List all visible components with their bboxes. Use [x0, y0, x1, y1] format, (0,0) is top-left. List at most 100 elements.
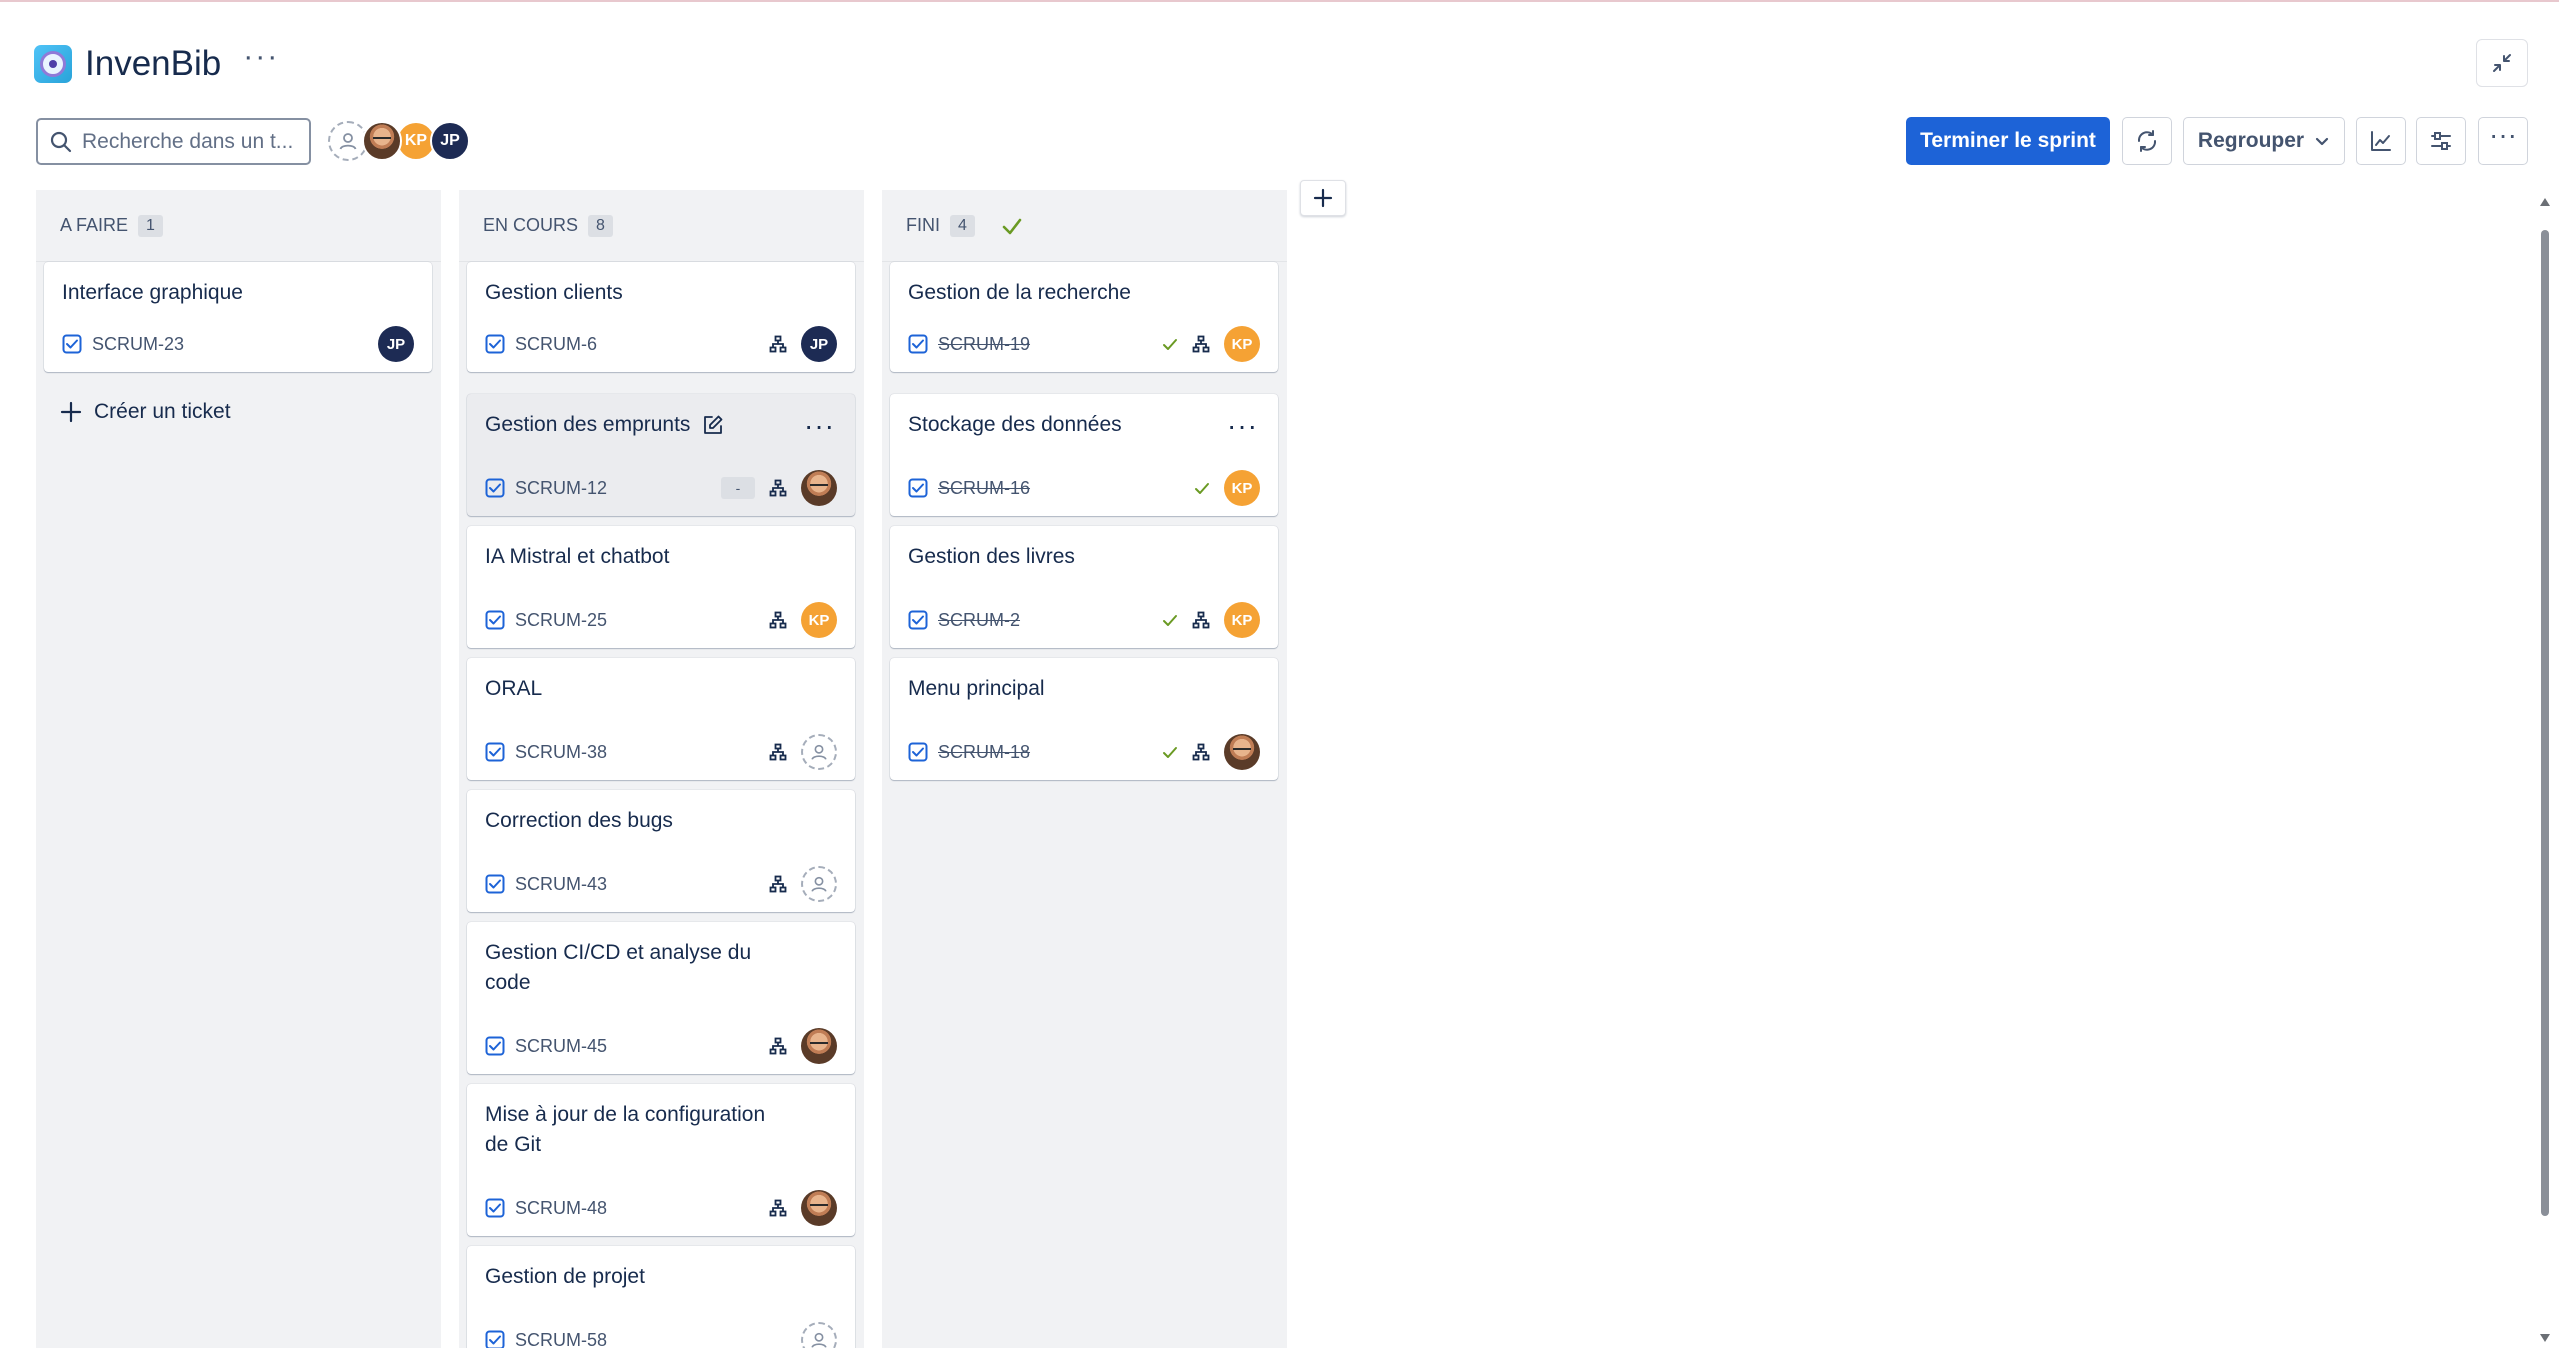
assignee-avatar[interactable] [801, 1028, 837, 1064]
card-title: Gestion de projet [485, 1265, 645, 1288]
issue-card[interactable]: Gestion CI/CD et analyse du code SCRUM-4… [467, 922, 855, 1074]
card-key[interactable]: SCRUM-38 [515, 742, 607, 763]
subtask-hierarchy-icon [769, 1037, 787, 1055]
assignee-filter: KP JP [328, 121, 470, 161]
task-checkbox-icon [485, 610, 505, 630]
project-header: InvenBib ··· [34, 42, 279, 86]
task-checkbox-icon [485, 1330, 505, 1348]
issue-card[interactable]: Menu principal SCRUM-18 [890, 658, 1278, 780]
user-photo-avatar-filter[interactable] [362, 121, 402, 161]
card-key[interactable]: SCRUM-58 [515, 1330, 607, 1348]
complete-sprint-button[interactable]: Terminer le sprint [1906, 117, 2110, 165]
jp-avatar-filter[interactable]: JP [430, 121, 470, 161]
collapse-icon [2493, 54, 2511, 72]
user-icon [811, 876, 827, 892]
card-more-button[interactable]: ··· [1227, 412, 1258, 440]
assignee-avatar[interactable]: KP [1224, 470, 1260, 506]
project-icon [34, 45, 72, 83]
card-footer: SCRUM-23 JP [62, 326, 414, 362]
task-checkbox-icon [62, 334, 82, 354]
assignee-avatar[interactable]: KP [1224, 602, 1260, 638]
card-title: ORAL [485, 677, 543, 700]
card-key[interactable]: SCRUM-45 [515, 1036, 607, 1057]
user-icon [339, 133, 357, 150]
issue-card[interactable]: Gestion des emprunts ··· SCRUM-12 - [467, 394, 855, 516]
edit-button[interactable] [702, 414, 724, 436]
issue-card[interactable]: Correction des bugs SCRUM-43 [467, 790, 855, 912]
create-ticket-button[interactable]: Créer un ticket [60, 400, 231, 424]
scrollbar-thumb[interactable] [2541, 230, 2549, 1216]
subtask-hierarchy-icon [1192, 611, 1210, 629]
sliders-icon [2431, 132, 2451, 150]
issue-card[interactable]: Gestion clients SCRUM-6 JP [467, 262, 855, 372]
issue-card[interactable]: Interface graphique SCRUM-23 JP [44, 262, 432, 372]
issue-card[interactable]: Gestion de projet SCRUM-58 [467, 1246, 855, 1348]
card-title: Menu principal [908, 677, 1045, 700]
card-key[interactable]: SCRUM-6 [515, 334, 597, 355]
assignee-avatar[interactable]: JP [378, 326, 414, 362]
subtask-hierarchy-icon [769, 875, 787, 893]
issue-card[interactable]: Stockage des données ··· SCRUM-16 KP [890, 394, 1278, 516]
collapse-button[interactable] [2476, 39, 2528, 87]
unassigned-avatar[interactable] [801, 734, 837, 770]
vertical-scrollbar[interactable] [2538, 192, 2552, 1348]
resolved-check-icon [1163, 747, 1177, 758]
card-key[interactable]: SCRUM-18 [938, 742, 1030, 763]
card-key[interactable]: SCRUM-23 [92, 334, 184, 355]
issue-card[interactable]: Mise à jour de la configuration de Git S… [467, 1084, 855, 1236]
issue-card[interactable]: ORAL SCRUM-38 [467, 658, 855, 780]
search-input[interactable] [82, 129, 292, 154]
card-key[interactable]: SCRUM-16 [938, 478, 1030, 499]
scroll-up-arrow[interactable] [2540, 198, 2550, 206]
card-title-row: Gestion des emprunts [485, 410, 785, 440]
card-key[interactable]: SCRUM-43 [515, 874, 607, 895]
issue-card[interactable]: IA Mistral et chatbot SCRUM-25 KP [467, 526, 855, 648]
column-in-progress: EN COURS 8 Gestion clients SCRUM-6 JP Ge… [459, 190, 864, 1348]
board-more-button[interactable]: ··· [2478, 117, 2528, 165]
assignee-avatar[interactable] [801, 1190, 837, 1226]
scroll-down-arrow[interactable] [2540, 1334, 2550, 1342]
assignee-avatar[interactable]: KP [801, 602, 837, 638]
card-key[interactable]: SCRUM-12 [515, 478, 607, 499]
column-count: 8 [588, 214, 613, 237]
sync-button[interactable] [2122, 117, 2172, 165]
line-chart-icon [2371, 131, 2391, 151]
insights-button[interactable] [2356, 117, 2406, 165]
issue-card[interactable]: Gestion des livres SCRUM-2 KP [890, 526, 1278, 648]
task-checkbox-icon [485, 478, 505, 498]
column-header: FINI 4 [882, 190, 1287, 262]
task-checkbox-icon [485, 334, 505, 354]
project-more-button[interactable]: ··· [243, 42, 279, 81]
group-by-dropdown[interactable]: Regrouper [2183, 117, 2345, 165]
column-done: FINI 4 Gestion de la recherche SCRUM-19 … [882, 190, 1287, 1348]
search-box[interactable] [36, 118, 311, 165]
view-settings-button[interactable] [2416, 117, 2466, 165]
subtask-hierarchy-icon [769, 743, 787, 761]
card-title: Gestion CI/CD et analyse du code [485, 941, 752, 994]
task-checkbox-icon [485, 874, 505, 894]
card-title: Correction des bugs [485, 809, 673, 832]
column-header: EN COURS 8 [459, 190, 864, 262]
story-points-badge[interactable]: - [721, 477, 755, 499]
create-ticket-label: Créer un ticket [94, 400, 231, 423]
assignee-avatar[interactable] [801, 470, 837, 506]
card-more-button[interactable]: ··· [804, 412, 835, 440]
card-title: Gestion des emprunts [485, 413, 691, 436]
card-key[interactable]: SCRUM-25 [515, 610, 607, 631]
subtask-hierarchy-icon [1192, 743, 1210, 761]
add-column-button[interactable] [1300, 180, 1346, 216]
card-key[interactable]: SCRUM-19 [938, 334, 1030, 355]
user-icon [811, 744, 827, 760]
assignee-avatar[interactable]: JP [801, 326, 837, 362]
unassigned-avatar[interactable] [801, 1322, 837, 1348]
card-key[interactable]: SCRUM-2 [938, 610, 1020, 631]
assignee-avatar[interactable] [1224, 734, 1260, 770]
column-count: 4 [950, 214, 975, 237]
subtask-hierarchy-icon [769, 611, 787, 629]
card-key[interactable]: SCRUM-48 [515, 1198, 607, 1219]
subtask-hierarchy-icon [769, 479, 787, 497]
assignee-avatar[interactable]: KP [1224, 326, 1260, 362]
user-icon [811, 1332, 827, 1348]
issue-card[interactable]: Gestion de la recherche SCRUM-19 KP [890, 262, 1278, 372]
unassigned-avatar[interactable] [801, 866, 837, 902]
